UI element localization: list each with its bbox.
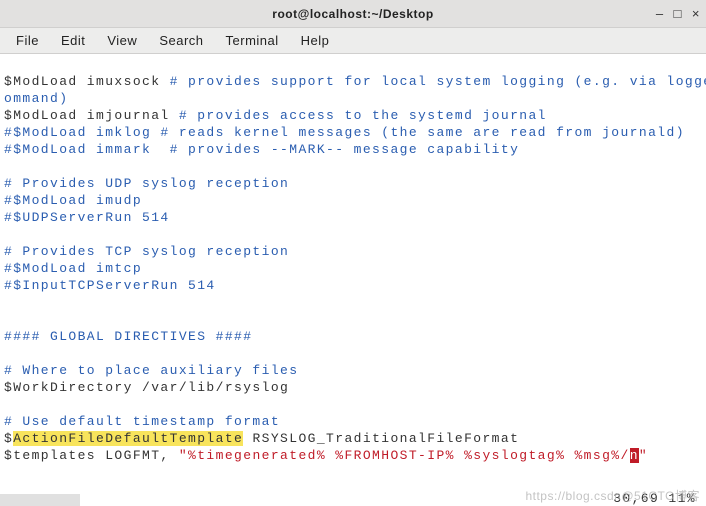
- comment: # Provides UDP syslog reception: [4, 176, 289, 191]
- menu-edit[interactable]: Edit: [51, 30, 95, 51]
- string-literal: "%timegenerated% %FROMHOST-IP% %syslogta…: [179, 448, 630, 463]
- string-literal: ": [639, 448, 648, 463]
- menu-view[interactable]: View: [97, 30, 147, 51]
- maximize-button[interactable]: □: [674, 6, 682, 21]
- menu-search[interactable]: Search: [149, 30, 213, 51]
- comment: #$ModLoad immark # provides --MARK-- mes…: [4, 142, 519, 157]
- comment: ommand): [4, 91, 68, 106]
- search-highlight: ActionFileDefaultTemplate: [13, 431, 243, 446]
- comment: #$UDPServerRun 514: [4, 210, 170, 225]
- close-button[interactable]: ×: [692, 6, 700, 21]
- comment: # provides access to the systemd journal: [179, 108, 547, 123]
- cursor: n: [630, 448, 639, 463]
- comment: # Where to place auxiliary files: [4, 363, 298, 378]
- comment: # provides support for local system logg…: [170, 74, 706, 89]
- minimize-button[interactable]: –: [656, 6, 664, 21]
- code-line: $WorkDirectory /var/lib/rsyslog: [4, 380, 289, 395]
- terminal-content[interactable]: $ModLoad imuxsock # provides support for…: [0, 54, 706, 466]
- comment: #### GLOBAL DIRECTIVES ####: [4, 329, 252, 344]
- comment: # Provides TCP syslog reception: [4, 244, 289, 259]
- code-line: $ModLoad imjournal: [4, 108, 179, 123]
- comment: #$ModLoad imklog # reads kernel messages…: [4, 125, 685, 140]
- window-titlebar: root@localhost:~/Desktop – □ ×: [0, 0, 706, 28]
- window-controls: – □ ×: [656, 6, 700, 21]
- comment: #$ModLoad imtcp: [4, 261, 142, 276]
- menu-help[interactable]: Help: [291, 30, 340, 51]
- code-line: RSYSLOG_TraditionalFileFormat: [243, 431, 519, 446]
- code-line: $: [4, 431, 13, 446]
- menu-bar: File Edit View Search Terminal Help: [0, 28, 706, 54]
- comment: # Use default timestamp format: [4, 414, 280, 429]
- menu-terminal[interactable]: Terminal: [216, 30, 289, 51]
- menu-file[interactable]: File: [6, 30, 49, 51]
- comment: #$InputTCPServerRun 514: [4, 278, 216, 293]
- code-line: $ModLoad imuxsock: [4, 74, 170, 89]
- watermark: https://blog.csdn@51CTO博客: [525, 487, 700, 504]
- code-line: $templates LOGFMT,: [4, 448, 179, 463]
- bottom-left-box: [0, 494, 80, 506]
- comment: #$ModLoad imudp: [4, 193, 142, 208]
- window-title: root@localhost:~/Desktop: [272, 7, 433, 21]
